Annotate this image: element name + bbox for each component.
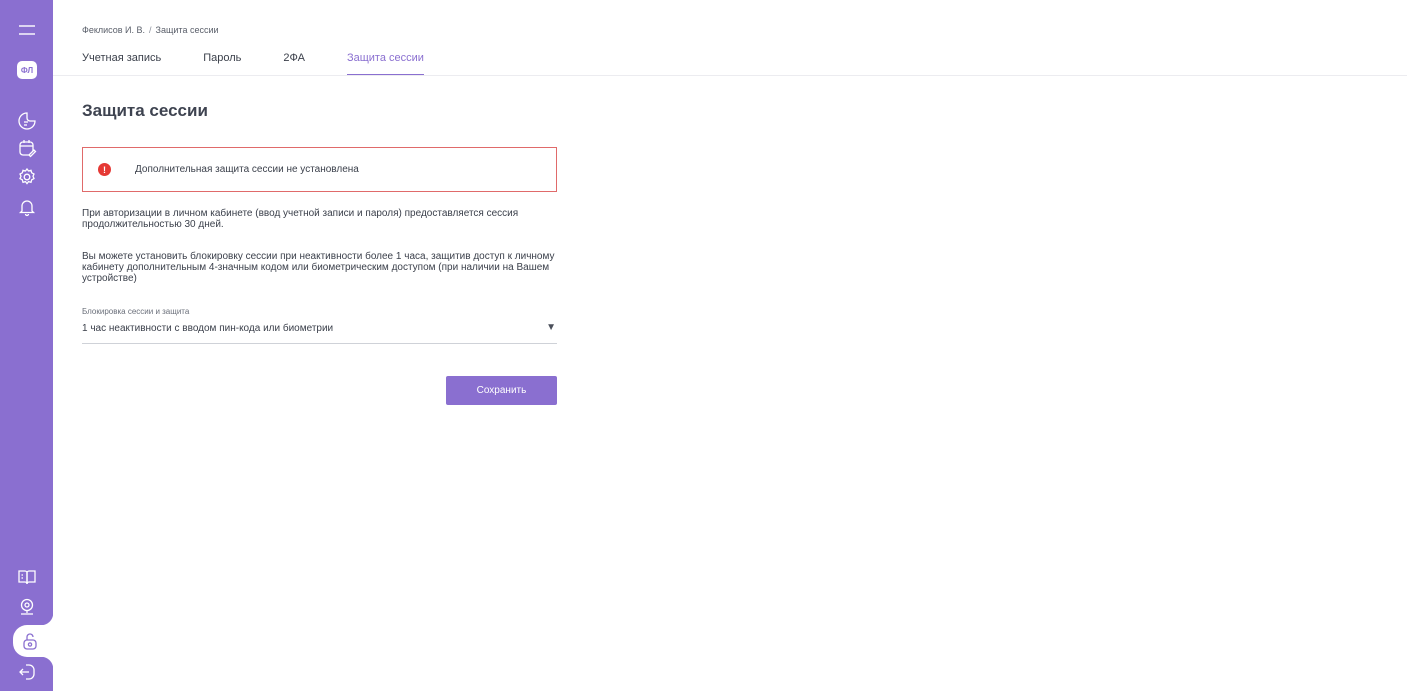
- breadcrumb: Феклисов И. В. / Защита сессии: [82, 25, 219, 35]
- sidebar: ФЛ: [0, 0, 53, 691]
- menu-icon[interactable]: [0, 16, 53, 44]
- session-lock-info-text: Вы можете установить блокировку сессии п…: [82, 251, 555, 284]
- alert-text: Дополнительная защита сессии не установл…: [135, 164, 359, 175]
- tab-divider: [53, 75, 1407, 76]
- tab-bar: Учетная запись Пароль 2ФА Защита сессии: [82, 52, 466, 76]
- calendar-edit-icon[interactable]: [0, 134, 53, 162]
- session-info-text: При авторизации в личном кабинете (ввод …: [82, 208, 519, 230]
- logout-icon[interactable]: [0, 658, 53, 686]
- settings-icon[interactable]: [0, 163, 53, 191]
- document-icon[interactable]: [0, 107, 53, 135]
- lock-icon[interactable]: [3, 627, 56, 655]
- tab-password[interactable]: Пароль: [203, 52, 241, 76]
- avatar[interactable]: ФЛ: [17, 61, 37, 79]
- select-label: Блокировка сессии и защита: [82, 307, 190, 316]
- session-lock-select[interactable]: Блокировка сессии и защита 1 час неактив…: [82, 307, 557, 344]
- breadcrumb-current: Защита сессии: [155, 25, 219, 35]
- page-title: Защита сессии: [82, 101, 208, 120]
- app-root: ФЛ Феклисов И. В. / Защита сессии Учетна…: [0, 0, 1407, 691]
- breadcrumb-separator: /: [149, 25, 152, 35]
- book-icon[interactable]: [0, 563, 53, 591]
- caret-down-icon: ▼: [546, 322, 556, 333]
- warning-alert: ! Дополнительная защита сессии не устано…: [82, 147, 557, 192]
- save-button[interactable]: Сохранить: [446, 376, 557, 405]
- select-value: 1 час неактивности с вводом пин-кода или…: [82, 323, 334, 334]
- tab-2fa[interactable]: 2ФА: [283, 52, 305, 76]
- tab-session-protection[interactable]: Защита сессии: [346, 52, 424, 76]
- exclamation-icon: !: [98, 163, 111, 176]
- breadcrumb-user[interactable]: Феклисов И. В.: [82, 25, 145, 35]
- bell-icon[interactable]: [0, 193, 53, 221]
- tab-account[interactable]: Учетная запись: [82, 52, 161, 76]
